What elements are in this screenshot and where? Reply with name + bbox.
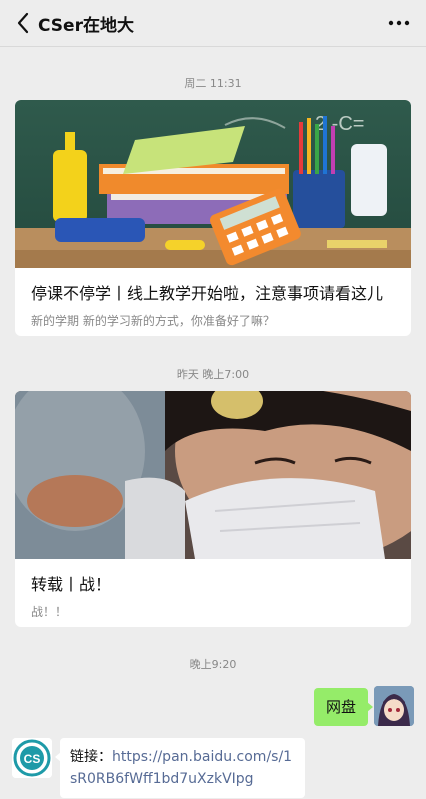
back-button[interactable] bbox=[10, 10, 36, 36]
article-title: 停课不停学丨线上教学开始啦，注意事项请看这儿 bbox=[31, 284, 384, 303]
article-cover-image bbox=[15, 391, 411, 559]
message-prefix: 链接： bbox=[70, 749, 112, 765]
more-button[interactable] bbox=[386, 12, 412, 34]
chat-header: CSer在地大 bbox=[0, 0, 426, 46]
timestamp: 周二 11:31 bbox=[184, 77, 242, 90]
chevron-left-icon bbox=[17, 12, 29, 34]
incoming-message-bubble[interactable]: 链接：https://pan.baidu.com/s/1sR0RB6fWff1b… bbox=[55, 738, 305, 798]
user-avatar[interactable] bbox=[374, 686, 414, 726]
svg-text:2 -C=: 2 -C= bbox=[315, 113, 364, 135]
official-account-avatar[interactable]: CS bbox=[12, 738, 52, 778]
article-cover-image: 2 -C= bbox=[15, 100, 411, 268]
article-title: 转载丨战！ bbox=[31, 575, 112, 594]
article-card[interactable]: 转载丨战！ 战！！ bbox=[15, 391, 411, 627]
timestamp: 晚上9:20 bbox=[189, 658, 237, 671]
article-card[interactable]: 2 -C= 停课不停学丨线上教学开始啦，注意事项请看这儿 新的学期 新的学习新的… bbox=[15, 100, 411, 336]
header-divider bbox=[0, 46, 426, 47]
ellipsis-icon bbox=[388, 20, 410, 26]
outgoing-message-bubble[interactable]: 网盘 bbox=[313, 688, 374, 726]
svg-text:CS: CS bbox=[24, 752, 41, 766]
chat-title: CSer在地大 bbox=[38, 16, 134, 36]
article-description: 战！！ bbox=[31, 605, 68, 619]
timestamp: 昨天 晚上7:00 bbox=[176, 368, 250, 381]
article-description: 新的学期 新的学习新的方式，你准备好了嘛？ bbox=[31, 314, 275, 328]
